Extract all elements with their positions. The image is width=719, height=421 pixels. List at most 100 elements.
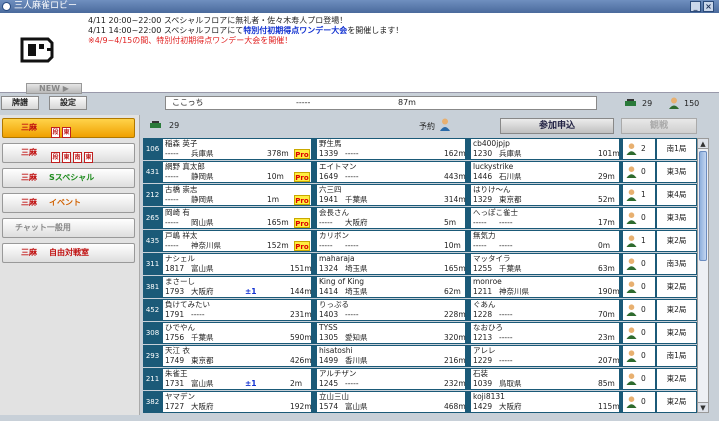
room-sanma-dan-ton[interactable]: 三麻 段東 <box>2 118 135 138</box>
player-cell[interactable]: monroe 1211 神奈川県 190m <box>471 277 620 297</box>
player-rate: 1329 <box>473 195 493 204</box>
scroll-down-icon[interactable]: ▼ <box>698 402 708 412</box>
player-cell[interactable]: カリボン ----- ----- 10m <box>317 231 465 251</box>
spectator-cell: 0 <box>623 369 655 389</box>
player-rate: 1649 <box>319 172 339 181</box>
table-number: 106 <box>145 145 160 153</box>
player-cell[interactable]: ナシェル 1817 富山県 151m <box>163 254 312 274</box>
player-cell[interactable]: なおひろ 1213 ----- 23m <box>471 323 619 343</box>
player-prefecture: 岡山県 <box>191 218 214 227</box>
table-row[interactable]: 435 戸嶋 祥太 ----- 神奈川県 152m Pro カリボン ----- ----- 10… <box>143 230 697 252</box>
table-row[interactable]: 382 ヤマデン 1727 大阪府 192m 立山三山 1574 富山県 468m koji813… <box>143 391 697 413</box>
player-distance: 228m <box>444 310 466 319</box>
player-cell[interactable]: luckystrike 1446 石川県 29m <box>471 162 619 182</box>
player-distance: 162m <box>444 149 466 158</box>
close-icon[interactable]: × <box>703 1 714 12</box>
player-cell[interactable]: koji8131 1429 大阪府 115m <box>471 392 620 412</box>
join-button[interactable]: 参加申込 <box>500 118 614 134</box>
table-number: 265 <box>145 214 160 222</box>
table-row[interactable]: 308 ひでやん 1756 千葉県 590m TYSS 1305 愛知県 320m なおひろ 121… <box>143 322 697 344</box>
table-row[interactable]: 452 負けてみたい 1791 ----- 231m りっぷる 1403 ----- 228m ぐ… <box>143 299 697 321</box>
spectator-cell: 0 <box>623 346 655 366</box>
player-cell[interactable]: 天江 衣 1749 東京都 426m <box>163 346 312 366</box>
player-distance: 10m <box>267 172 284 181</box>
table-row[interactable]: 431 網野 真太郎 ----- 静岡県 10m Pro エイトマン 1649 ----- 443… <box>143 161 697 183</box>
table-row[interactable]: 293 天江 衣 1749 東京都 426m hisatoshi 1499 香川県 216m アレ… <box>143 345 697 367</box>
table-row[interactable]: 212 古橋 崇志 ----- 静岡県 1m Pro 六三四 1941 千葉県 314m はりけ〜ん… <box>143 184 697 206</box>
player-cell[interactable]: アレレ 1229 ----- 207m <box>471 346 620 366</box>
player-rate: 1211 <box>473 287 493 296</box>
player-cell[interactable]: hisatoshi 1499 香川県 216m <box>317 346 466 366</box>
player-cell[interactable]: 負けてみたい 1791 ----- 231m <box>163 300 312 320</box>
player-distance: 10m <box>444 241 461 250</box>
player-cell[interactable]: 無気力 ----- ----- 0m <box>471 231 619 251</box>
player-cell[interactable]: エイトマン 1649 ----- 443m <box>317 162 466 182</box>
player-cell[interactable]: ひでやん 1756 千葉県 590m <box>163 323 312 343</box>
room-sanma-free[interactable]: 三麻 自由対戦室 <box>2 243 135 263</box>
player-cell[interactable]: King of King 1414 埼玉県 62m <box>317 277 465 297</box>
tab-record[interactable]: 牌譜 <box>1 96 39 110</box>
player-cell[interactable]: 朱雀王 1731 富山県 ±1 2m <box>163 369 311 389</box>
player-rate: 1756 <box>165 333 185 342</box>
pro-badge: Pro <box>294 172 310 182</box>
table-row[interactable]: 106 稲森 英子 ----- 兵庫県 378m Pro 野生馬 1339 ----- 162m c… <box>143 138 697 160</box>
scroll-thumb[interactable] <box>699 151 707 261</box>
player-cell[interactable]: まさーし 1793 大阪府 ±1 144m <box>163 277 312 297</box>
player-rate: 1213 <box>473 333 493 342</box>
player-cell[interactable]: マッタイラ 1255 千葉県 63m <box>471 254 619 274</box>
player-prefecture: ----- <box>499 310 513 319</box>
table-number: 311 <box>145 260 160 268</box>
player-cell[interactable]: 網野 真太郎 ----- 静岡県 10m Pro <box>163 162 311 182</box>
table-row[interactable]: 311 ナシェル 1817 富山県 151m maharaja 1324 埼玉県 165m マッタ… <box>143 253 697 275</box>
player-cell[interactable]: 稲森 英子 ----- 兵庫県 378m Pro <box>163 139 311 159</box>
player-cell[interactable]: ぐあん 1228 ----- 70m <box>471 300 619 320</box>
player-distance: 443m <box>444 172 466 181</box>
table-number: 452 <box>145 306 160 314</box>
player-prefecture: 香川県 <box>345 356 368 365</box>
table-row[interactable]: 265 岡崎 有 ----- 岡山県 165m Pro 会長さん ----- 大阪府 5m へっぽこ… <box>143 207 697 229</box>
player-cell[interactable]: maharaja 1324 埼玉県 165m <box>317 254 466 274</box>
player-cell[interactable]: 岡崎 有 ----- 岡山県 165m Pro <box>163 208 311 228</box>
tab-settings[interactable]: 設定 <box>49 96 87 110</box>
player-cell[interactable]: 戸嶋 祥太 ----- 神奈川県 152m Pro <box>163 231 311 251</box>
round-status: 東3局 <box>657 208 696 228</box>
minimize-icon[interactable]: _ <box>690 1 701 12</box>
player-rate: ----- <box>319 218 333 227</box>
news-line-highlight[interactable]: ※4/9~4/15の間、特別付初期得点ワンデー大会を開催！ <box>88 36 403 46</box>
scroll-up-icon[interactable]: ▲ <box>698 139 708 149</box>
player-cell[interactable]: 古橋 崇志 ----- 静岡県 1m Pro <box>163 185 311 205</box>
table-row[interactable]: 211 朱雀王 1731 富山県 ±1 2m アルチザン 1245 ----- 232m 石装 103… <box>143 368 697 390</box>
player-distance: 151m <box>290 264 312 273</box>
player-name: アレレ <box>473 346 496 355</box>
pro-badge: Pro <box>294 149 310 159</box>
news-line[interactable]: 4/11 14:00~22:00 スペシャルフロアにて特別付初期得点ワンデー大会… <box>88 26 403 36</box>
player-cell[interactable]: アルチザン 1245 ----- 232m <box>317 369 466 389</box>
player-distance: 23m <box>598 333 615 342</box>
news-more-button[interactable]: NEW ▶ <box>26 83 82 94</box>
player-cell[interactable]: りっぷる 1403 ----- 228m <box>317 300 466 320</box>
round-status: 東2局 <box>657 369 696 389</box>
table-list-scrollbar[interactable]: ▲ ▼ <box>697 138 709 413</box>
room-sanma-dan-multi[interactable]: 三麻 段東南東 <box>2 143 135 163</box>
room-sanma-special[interactable]: 三麻 Sスペシャル <box>2 168 135 188</box>
player-cell[interactable]: 六三四 1941 千葉県 314m <box>317 185 466 205</box>
room-sanma-event[interactable]: 三麻 イベント <box>2 193 135 213</box>
player-cell[interactable]: cb400jpjp 1230 兵庫県 101m <box>471 139 620 159</box>
player-cell[interactable]: はりけ〜ん 1329 東京都 52m <box>471 185 619 205</box>
player-cell[interactable]: TYSS 1305 愛知県 320m <box>317 323 466 343</box>
player-cell[interactable]: 会長さん ----- 大阪府 5m <box>317 208 465 228</box>
watch-button: 観戦 <box>621 118 697 134</box>
table-row[interactable]: 381 まさーし 1793 大阪府 ±1 144m King of King 1414 埼玉県 6… <box>143 276 697 298</box>
player-cell[interactable]: ヤマデン 1727 大阪府 192m <box>163 392 312 412</box>
room-tags: 段東南東 <box>51 152 93 163</box>
player-cell[interactable]: 立山三山 1574 富山県 468m <box>317 392 466 412</box>
player-cell[interactable]: へっぽこ雀士 ----- ----- 17m <box>471 208 619 228</box>
person-icon <box>626 373 637 385</box>
table-number: 212 <box>145 191 160 199</box>
player-distance: 144m <box>290 287 312 296</box>
reserve-person-icon[interactable] <box>439 118 451 131</box>
player-cell[interactable]: 石装 1039 鳥取県 85m <box>471 369 619 389</box>
round-status: 東2局 <box>657 323 696 343</box>
room-chat-general[interactable]: チャット一般用 <box>2 218 135 238</box>
player-cell[interactable]: 野生馬 1339 ----- 162m <box>317 139 466 159</box>
